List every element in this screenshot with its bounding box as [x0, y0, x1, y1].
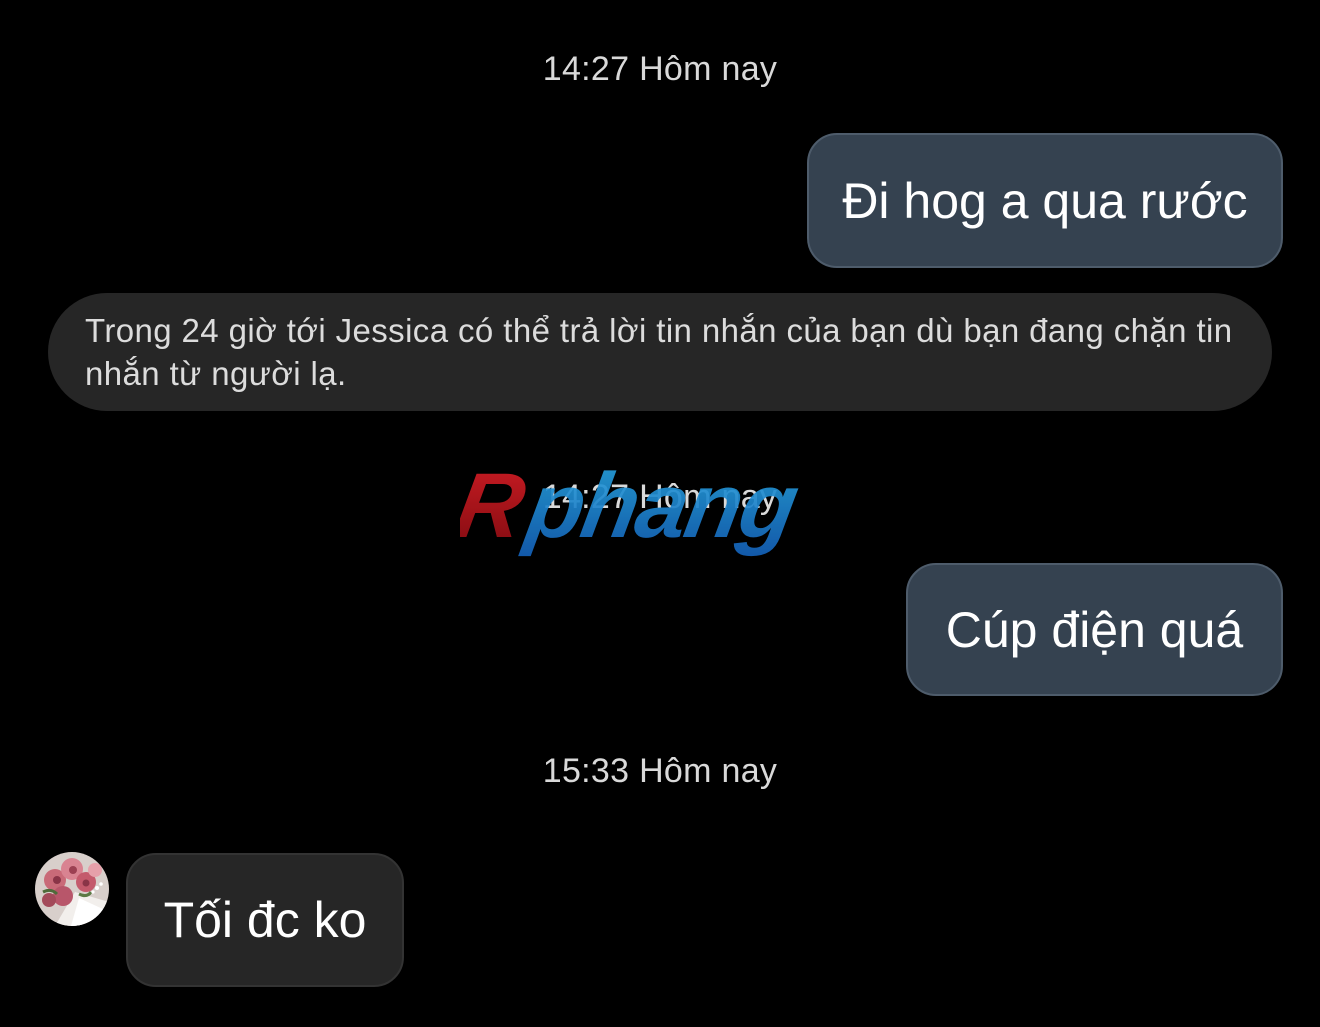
outgoing-message-bubble[interactable]: Đi hog a qua rước: [807, 133, 1283, 268]
message-timestamp: 14:27 Hôm nay: [542, 50, 778, 88]
contact-avatar[interactable]: [35, 852, 109, 926]
stranger-message-notice: Trong 24 giờ tới Jessica có thể trả lời …: [48, 293, 1272, 411]
message-text: Đi hog a qua rước: [842, 172, 1248, 229]
notice-text: Trong 24 giờ tới Jessica có thể trả lời …: [85, 312, 1233, 392]
message-timestamp: 14:27 Hôm nay: [542, 478, 778, 516]
message-timestamp: 15:33 Hôm nay: [542, 752, 778, 790]
flower-bouquet-avatar-icon: [35, 852, 109, 926]
outgoing-message-bubble[interactable]: Cúp điện quá: [906, 563, 1283, 696]
incoming-message-bubble[interactable]: Tối đc ko: [126, 853, 404, 987]
message-text: Tối đc ko: [163, 892, 367, 948]
message-text: Cúp điện quá: [945, 601, 1244, 658]
